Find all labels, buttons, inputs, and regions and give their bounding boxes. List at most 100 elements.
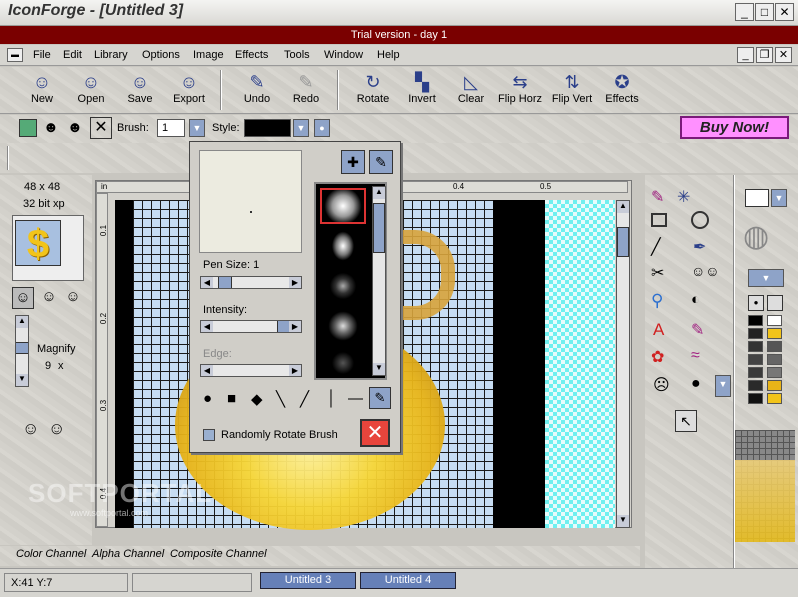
system-menu-icon[interactable]: ▬ <box>7 48 23 62</box>
palette-cell[interactable] <box>748 380 763 391</box>
menu-options[interactable]: Options <box>142 49 180 61</box>
palette-cell[interactable] <box>767 341 782 352</box>
text-tool-icon[interactable]: A <box>653 320 664 340</box>
pen-size-right-icon[interactable]: ▶ <box>289 277 301 288</box>
style-dropdown-icon[interactable]: ▼ <box>293 119 309 137</box>
menu-tools[interactable]: Tools <box>284 49 310 61</box>
edge-right-icon[interactable]: ▶ <box>289 365 301 376</box>
pointer-tool-icon[interactable]: ↖ <box>675 410 697 432</box>
face-alt-icon[interactable]: ☺ <box>38 287 60 309</box>
palette-cell[interactable] <box>748 315 763 326</box>
shapes-tool-icon[interactable]: ◐ <box>691 291 700 308</box>
redo-button[interactable]: ✎ Redo <box>282 69 330 111</box>
menu-library[interactable]: Library <box>94 49 128 61</box>
color-dropdown-icon[interactable]: ▼ <box>771 189 787 207</box>
face-tool-icon[interactable]: ☹ <box>653 375 670 395</box>
mask-alt-icon[interactable]: ☻ <box>67 119 85 137</box>
buy-now-button[interactable]: Buy Now! <box>680 116 789 139</box>
palette-dot-icon[interactable]: ● <box>748 295 764 311</box>
stamp-tool-icon[interactable]: ● <box>691 375 701 393</box>
zoom-out-icon[interactable]: ☺ <box>48 419 65 439</box>
pen-size-slider[interactable]: ◀ ▶ <box>200 276 302 289</box>
close-popup-icon[interactable]: ✕ <box>360 419 390 447</box>
edge-left-icon[interactable]: ◀ <box>201 365 213 376</box>
palette-dropdown-icon[interactable]: ▼ <box>748 269 784 287</box>
current-color-swatch[interactable] <box>745 189 769 207</box>
zoom-tool-icon[interactable]: ⚲ <box>651 291 663 311</box>
rectangle-tool-icon[interactable] <box>651 213 667 227</box>
canvas-vertical-scrollbar[interactable]: ▲ ▼ <box>616 200 630 528</box>
scroll-up-icon[interactable]: ▲ <box>617 201 629 213</box>
brush-dots[interactable] <box>320 348 366 378</box>
people-tool-icon[interactable]: ☺☺ <box>691 263 720 279</box>
flip-horz-button[interactable]: ⇆ Flip Horz <box>496 69 544 111</box>
brush-spray[interactable] <box>320 268 366 304</box>
palette-cell[interactable] <box>748 367 763 378</box>
spray-tool-icon[interactable]: ✳ <box>677 187 690 207</box>
slider-down-icon[interactable]: ▼ <box>16 374 28 386</box>
doc-close-button[interactable]: ✕ <box>775 47 792 63</box>
palette-cell[interactable] <box>767 393 782 404</box>
menu-image[interactable]: Image <box>193 49 224 61</box>
line-tool-icon[interactable]: ╱ <box>651 237 661 257</box>
shape-circle-icon[interactable]: ● <box>203 390 212 407</box>
rotate-button[interactable]: ↻ Rotate <box>349 69 397 111</box>
pen-size-thumb[interactable] <box>218 277 232 288</box>
tool-dropdown-icon[interactable]: ▼ <box>715 375 731 397</box>
menu-edit[interactable]: Edit <box>63 49 82 61</box>
shape-diamond-icon[interactable]: ◆ <box>251 390 263 408</box>
selection-icon[interactable]: ✕ <box>90 117 112 139</box>
palette-cell[interactable] <box>748 393 763 404</box>
palette-cell[interactable] <box>748 328 763 339</box>
magnify-slider[interactable]: ▲ ▼ <box>15 315 29 387</box>
open-button[interactable]: ☺ Open <box>67 69 115 111</box>
palette-cell[interactable] <box>767 315 782 326</box>
brush-tool-icon[interactable]: ✎ <box>651 187 664 207</box>
undo-button[interactable]: ✎ Undo <box>233 69 281 111</box>
minimize-button[interactable]: _ <box>735 3 754 21</box>
flip-vert-button[interactable]: ⇅ Flip Vert <box>548 69 596 111</box>
intensity-left-icon[interactable]: ◀ <box>201 321 213 332</box>
add-brush-icon[interactable]: ✚ <box>341 150 365 174</box>
doc-minimize-button[interactable]: _ <box>737 47 754 63</box>
palette-cell[interactable] <box>767 380 782 391</box>
brush-scroll-up-icon[interactable]: ▲ <box>373 187 385 199</box>
menu-window[interactable]: Window <box>324 49 363 61</box>
brush-scroll-thumb[interactable] <box>373 203 385 253</box>
brush-size-field[interactable]: 1 <box>157 119 185 137</box>
menu-help[interactable]: Help <box>377 49 400 61</box>
palette-cell[interactable] <box>748 341 763 352</box>
clear-button[interactable]: ◺ Clear <box>447 69 495 111</box>
invert-button[interactable]: ▚ Invert <box>398 69 446 111</box>
palette-cell[interactable] <box>767 367 782 378</box>
brush-speckle[interactable] <box>320 308 366 344</box>
brush-soft-round[interactable] <box>320 188 366 224</box>
intensity-right-icon[interactable]: ▶ <box>289 321 301 332</box>
face-icon[interactable]: ☺ <box>12 287 34 309</box>
shape-square-icon[interactable]: ■ <box>227 390 236 407</box>
brush-dropdown-icon[interactable]: ▼ <box>189 119 205 137</box>
doc-tab-untitled-4[interactable]: Untitled 4 <box>360 572 456 589</box>
maximize-button[interactable]: □ <box>755 3 774 21</box>
palette-cell[interactable] <box>767 354 782 365</box>
edge-slider[interactable]: ◀ ▶ <box>200 364 302 377</box>
icon-preview[interactable]: $ <box>12 215 84 281</box>
palette-cell[interactable] <box>767 328 782 339</box>
brush-soft-oval[interactable] <box>320 228 366 264</box>
style-swatch[interactable] <box>244 119 291 137</box>
save-button[interactable]: ☺ Save <box>116 69 164 111</box>
intensity-slider[interactable]: ◀ ▶ <box>200 320 302 333</box>
new-button[interactable]: ☺ New <box>18 69 66 111</box>
menu-file[interactable]: File <box>33 49 51 61</box>
remove-brush-icon[interactable]: ✎ <box>369 150 393 174</box>
fill-tool-icon[interactable]: ✎ <box>691 320 704 340</box>
shape-slash-icon[interactable]: ╱ <box>300 390 309 408</box>
slider-up-icon[interactable]: ▲ <box>16 316 28 328</box>
scroll-thumb[interactable] <box>617 227 629 257</box>
randomly-rotate-checkbox[interactable] <box>203 429 215 441</box>
slider-thumb[interactable] <box>16 342 28 354</box>
shape-backslash-icon[interactable]: ╲ <box>276 390 285 408</box>
export-button[interactable]: ☺ Export <box>165 69 213 111</box>
face-group-icon[interactable]: ☺ <box>62 287 84 309</box>
effects-tool-icon[interactable]: ✿ <box>651 347 664 367</box>
